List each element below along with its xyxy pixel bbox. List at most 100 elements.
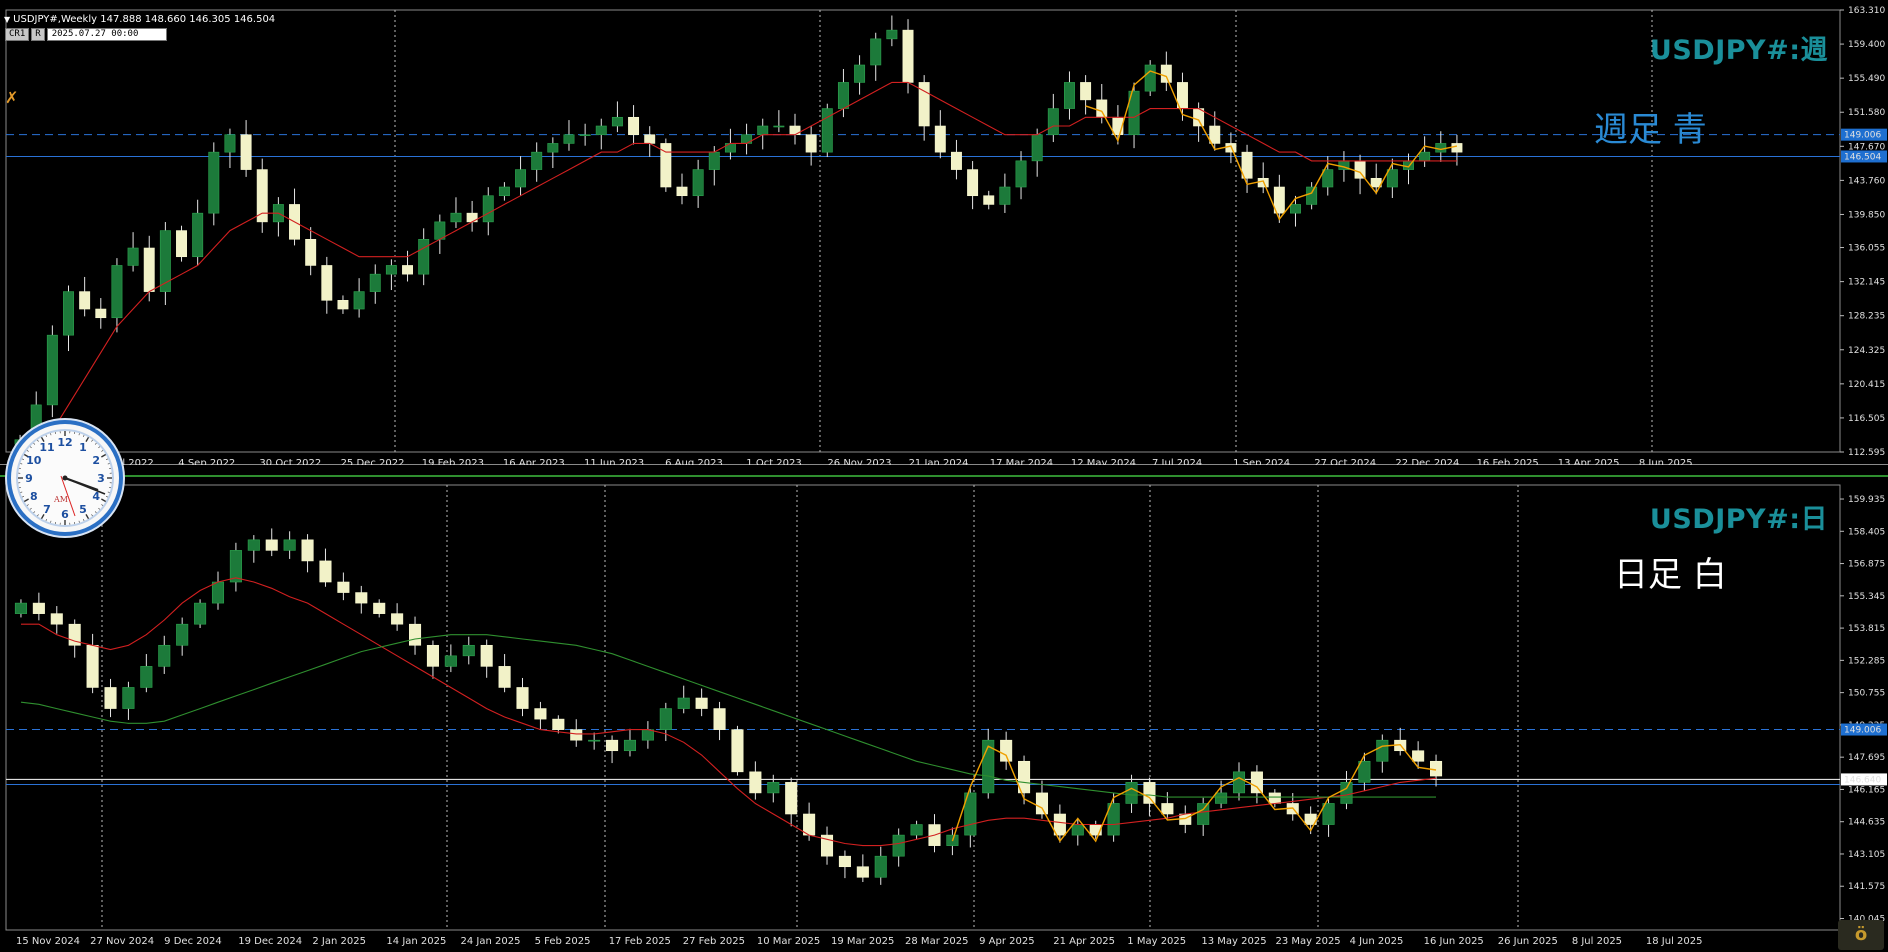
bear-candle [516,687,529,709]
price-tick-label: 124.325 [1848,346,1885,356]
bull-candle [140,666,153,688]
tag-cr1[interactable]: CR1 [5,28,30,41]
bear-candle [902,29,914,83]
bull-candle [462,644,475,657]
bull-candle [854,64,866,83]
daily-symbol-title: USDJPY#:日 [1649,504,1828,535]
bear-candle [1161,803,1174,815]
date-tick-label: 12 May 2024 [1071,458,1136,465]
clock-number: 6 [61,508,69,521]
price-marker-label: 149.006 [1844,726,1881,736]
bear-candle [104,687,117,709]
bull-candle [1197,803,1210,825]
bear-candle [805,134,817,153]
price-tick-label: 150.755 [1848,689,1885,699]
date-tick-label: 30 Oct 2022 [259,458,321,465]
bear-candle [749,771,762,794]
bull-candle [1419,151,1431,162]
bull-candle [1071,824,1084,836]
daily-ma-red [21,577,1437,847]
bear-candle [731,729,744,773]
bull-candle [444,655,457,667]
date-tick-label: 19 Dec 2024 [238,936,302,947]
bull-candle [659,708,672,730]
price-tick-label: 156.875 [1848,560,1885,570]
bull-candle [1047,108,1059,136]
bear-candle [480,644,493,667]
date-tick-label: 11 Jun 2023 [584,458,644,465]
bear-candle [934,125,946,153]
price-tick-label: 163.310 [1848,6,1885,16]
bear-candle [426,644,439,667]
zigzag-indicator [1085,70,1458,221]
bull-candle [176,623,189,646]
clock-number: 9 [25,472,33,485]
bull-candle [1015,160,1027,188]
bear-candle [86,644,99,688]
weekly-chart-pane[interactable]: 15 May 202210 Jul 20224 Sep 202230 Oct 2… [0,0,1888,465]
bear-candle [856,866,869,878]
bear-candle [628,116,640,136]
date-tick-label: 1 Sep 2024 [1233,458,1290,465]
bull-candle [1322,803,1335,825]
clock-number: 1 [79,441,87,454]
dropdown-triangle-icon[interactable]: ▼ [4,15,10,24]
clock-number: 12 [57,436,72,449]
bear-candle [95,308,107,319]
bear-candle [644,134,656,144]
date-tick-label: 19 Feb 2023 [422,458,484,465]
weekly-annotation: 週足 青 [1594,110,1707,150]
price-tick-label: 128.235 [1848,312,1885,322]
date-tick-label: 22 Dec 2024 [1395,458,1459,465]
price-tick-label: 155.490 [1848,74,1885,84]
bear-candle [803,813,816,836]
bull-candle [1306,186,1318,205]
bear-candle [1209,125,1221,144]
bull-candle [1063,82,1075,109]
weekly-symbol-title: USDJPY#:週 [1649,35,1828,66]
date-tick-label: 9 Dec 2024 [164,936,222,947]
clock-number: 8 [30,490,38,503]
daily-chart-pane[interactable]: 15 Nov 2024 27 Nov 2024 9 Dec 2024 19 Dec 2… [0,475,1888,952]
date-tick-label: 13 Apr 2025 [1558,458,1620,465]
date-tick-label: 15 Nov 2024 [16,936,80,947]
date-tick-label: 17 Mar 2024 [990,458,1053,465]
crossed-pencil-icon[interactable]: ✗ [5,90,18,106]
bear-candle [1354,160,1366,179]
date-box[interactable]: 2025.07.27 00:00 [46,28,167,41]
daily-chart-canvas[interactable]: 15 Nov 2024 27 Nov 2024 9 Dec 2024 19 Dec 2… [0,477,1888,952]
bull-candle [611,116,623,127]
bull-candle [886,29,898,40]
bear-candle [321,265,333,301]
bear-candle [337,581,350,593]
bear-candle [32,602,45,614]
bull-candle [837,82,849,109]
date-tick-label: 16 Feb 2025 [1477,458,1539,465]
weekly-chart-canvas[interactable]: 15 May 202210 Jul 20224 Sep 202230 Oct 2… [0,0,1888,465]
date-tick-label: 13 May 2025 [1201,936,1266,947]
bull-candle [450,212,462,223]
clock-number: 2 [92,454,100,467]
tag-r[interactable]: R [31,28,45,41]
analog-clock-widget[interactable]: 12 1 2 3 4 5 6 7 8 9 10 11 AM [7,420,123,536]
bull-candle [892,834,905,857]
bull-candle [122,687,135,709]
date-tick-label: 1 May 2025 [1127,936,1186,947]
bull-candle [741,134,753,144]
app-logo-icon: ö [1838,920,1884,950]
date-tick-label: 16 Apr 2023 [503,458,565,465]
price-tick-label: 120.415 [1848,380,1885,390]
date-tick-label: 9 Apr 2025 [979,936,1034,947]
bull-candle [588,739,601,742]
date-tick-label: 27 Nov 2024 [90,936,154,947]
bear-candle [391,613,404,625]
bull-candle [547,143,559,153]
clock-face: 12 1234567891011AM [16,429,114,527]
bear-candle [355,592,368,604]
bull-candle [224,134,236,153]
bull-candle [641,729,654,741]
bull-candle [211,581,225,604]
plot-frame [5,484,1841,931]
mt4-terminal: 15 May 202210 Jul 20224 Sep 202230 Oct 2… [0,0,1888,952]
bull-candle [192,212,204,258]
